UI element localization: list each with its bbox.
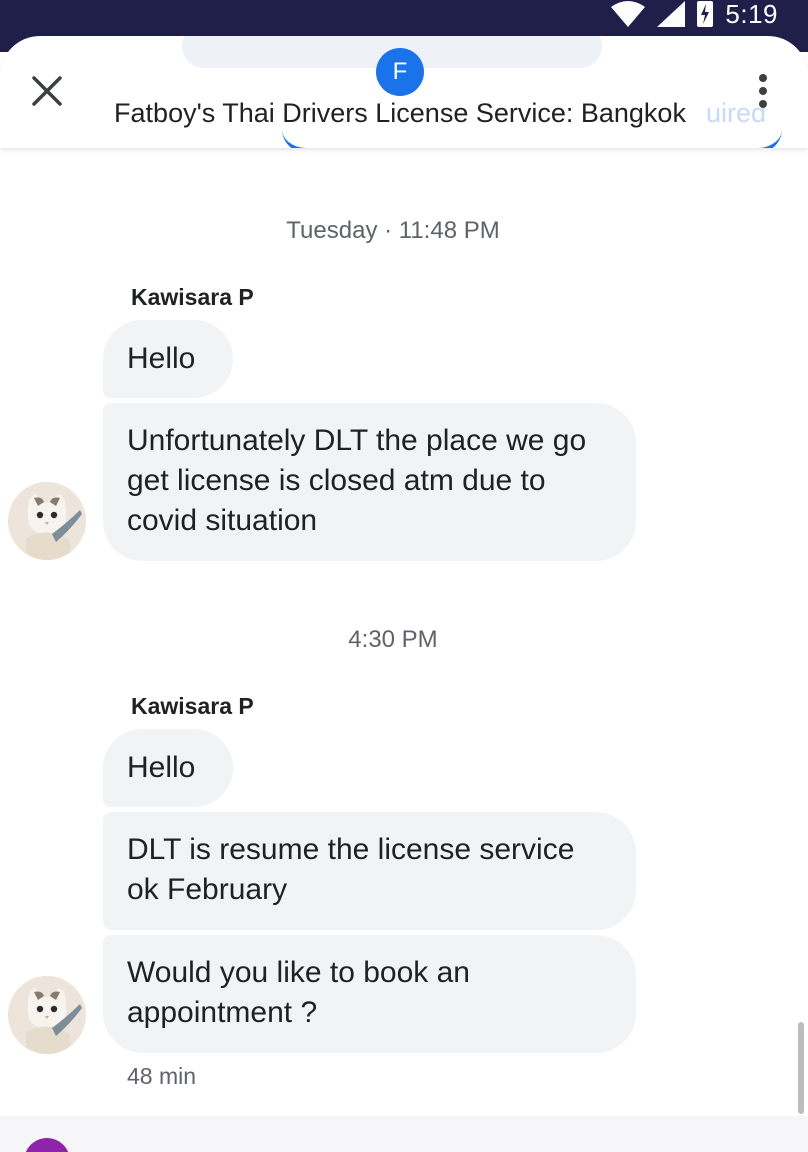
cat-avatar-image <box>8 482 86 560</box>
status-icons: 5:19 <box>611 0 778 29</box>
message-bubble[interactable]: Hello <box>103 729 233 807</box>
conversation-header: uired F Fatboy's Thai Drivers License Se… <box>0 36 808 148</box>
cat-avatar-image <box>8 976 86 1054</box>
compose-bar <box>0 1116 808 1152</box>
more-vert-icon[interactable] <box>758 74 768 110</box>
chat-screen: 5:19 uired F Fatboy's Thai Drivers Licen… <box>0 0 808 1152</box>
scrollbar[interactable] <box>798 1022 804 1114</box>
sender-avatar[interactable] <box>8 976 86 1054</box>
page-title: Fatboy's Thai Drivers License Service: B… <box>114 98 686 128</box>
message-bubble[interactable]: Unfortunately DLT the place we go get li… <box>103 403 636 561</box>
message-timestamp: Tuesday · 11:48 PM <box>286 217 500 244</box>
business-avatar[interactable]: F <box>376 48 424 96</box>
message-bubble[interactable]: DLT is resume the license service ok Feb… <box>103 812 636 930</box>
signal-icon <box>657 1 686 27</box>
message-bubble[interactable]: Would you like to book an appointment ? <box>103 935 636 1053</box>
message-timestamp: 4:30 PM <box>348 626 438 653</box>
sender-avatar[interactable] <box>8 482 86 560</box>
status-time: 5:19 <box>725 0 778 29</box>
wifi-icon <box>611 1 646 27</box>
sender-name: Kawisara P <box>131 693 254 719</box>
battery-charging-icon <box>697 1 714 27</box>
user-avatar[interactable] <box>24 1138 70 1152</box>
message-bubble[interactable]: Hello <box>103 320 233 398</box>
sender-name: Kawisara P <box>131 284 254 310</box>
message-time-ago: 48 min <box>127 1063 197 1089</box>
